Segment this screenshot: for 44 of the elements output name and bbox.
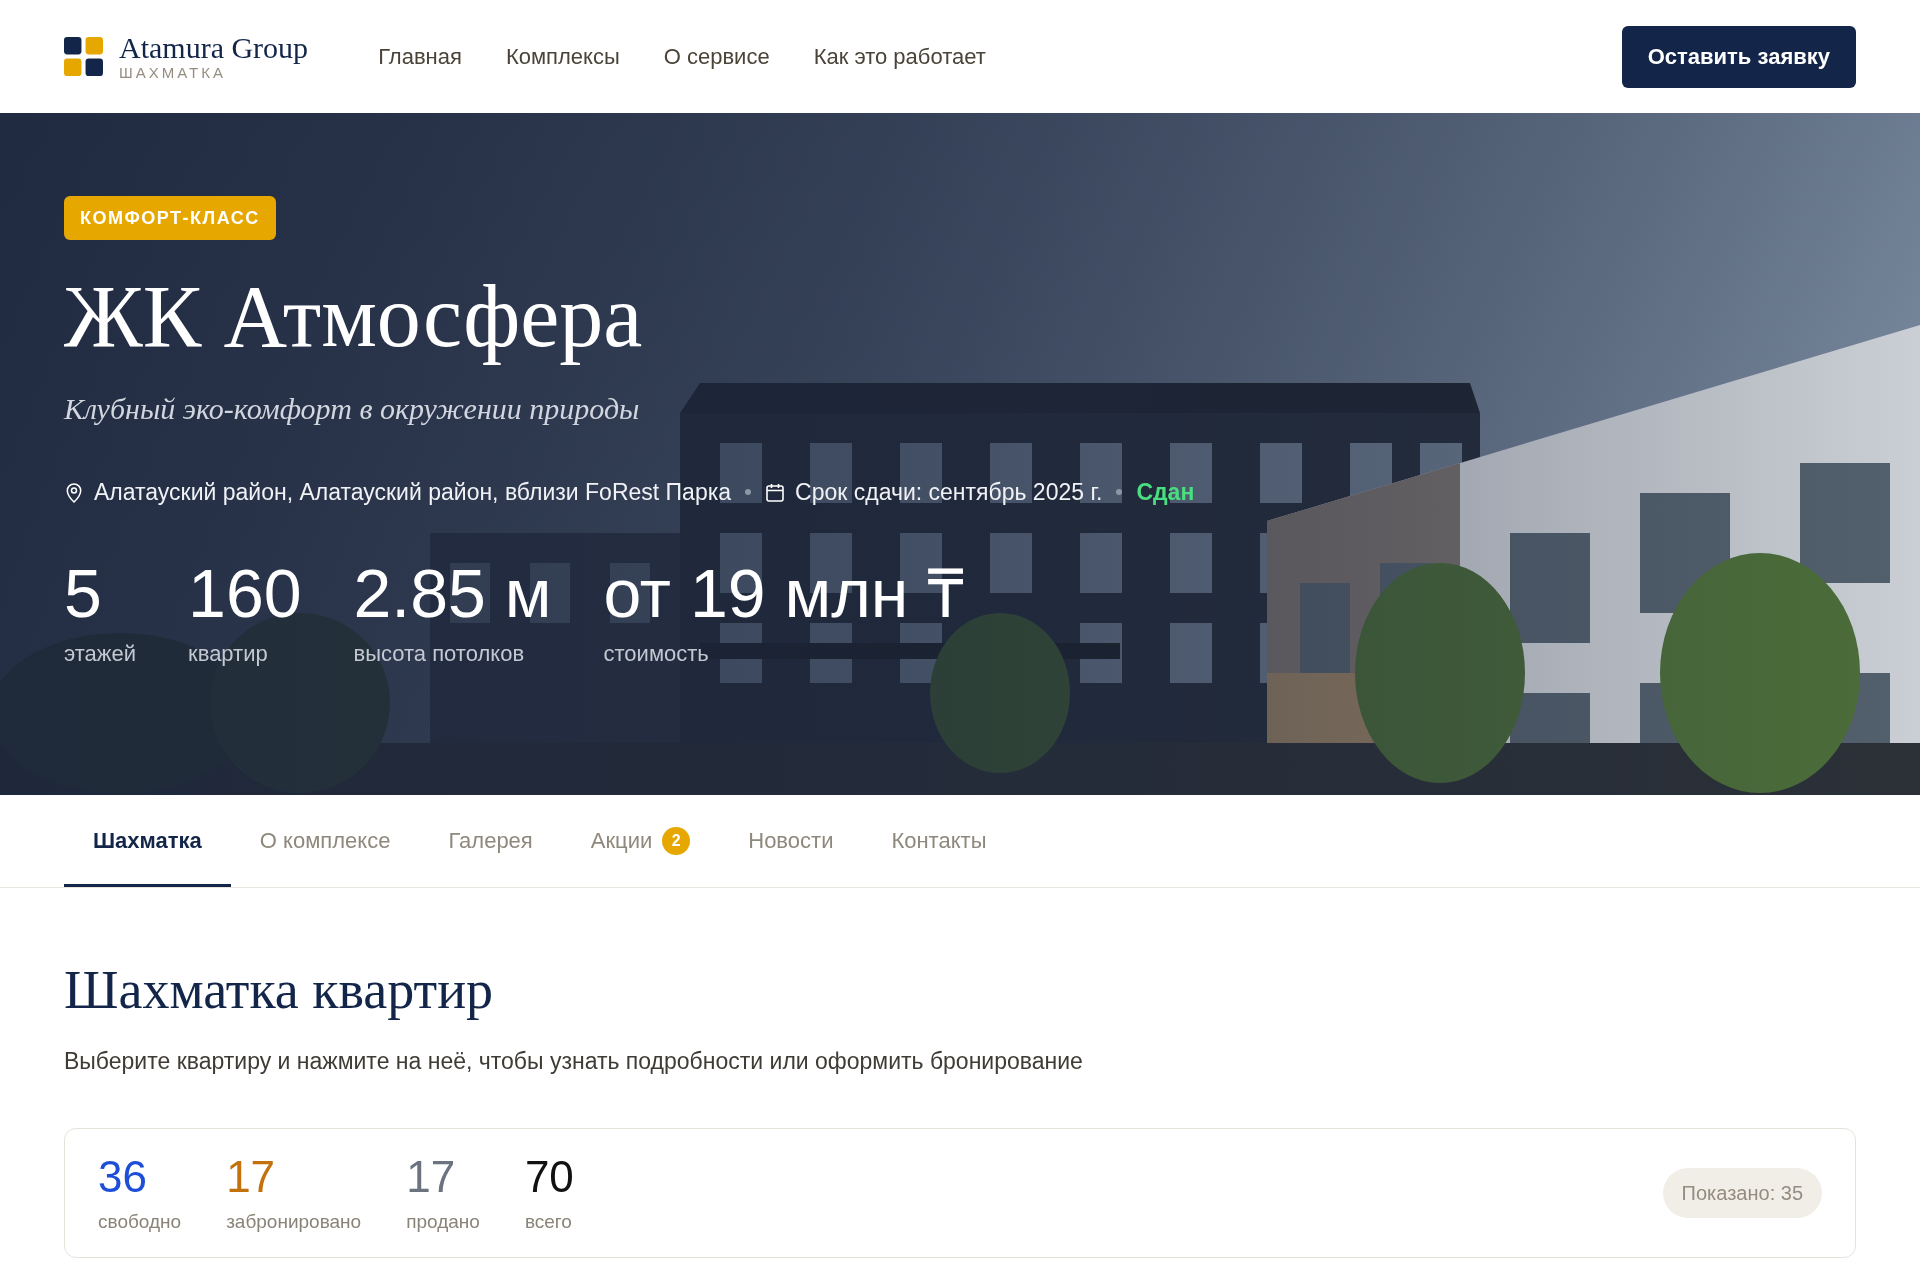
stat-label: высота потолков (353, 640, 526, 668)
section-description: Выберите квартиру и нажмите на неё, чтобы узнать подробности или оформить бронирование (64, 1047, 1084, 1076)
stat-value: от 19 млн ₸ (603, 559, 965, 627)
count-value: 17 (406, 1152, 457, 1201)
nav-link[interactable]: Как это работает (813, 43, 986, 70)
count-label: всего (524, 1209, 573, 1234)
count-label: продано (406, 1209, 480, 1234)
complex-subtitle: Клубный эко-комфорт в окружении природы (64, 391, 640, 427)
class-badge: КОМФОРТ-КЛАСС (64, 196, 276, 240)
count-badge: 2 (662, 827, 691, 855)
count-value: 17 (226, 1152, 277, 1201)
stat-label: квартир (188, 640, 269, 668)
nav-link[interactable]: Комплексы (505, 43, 620, 70)
tab[interactable]: Шахматка (64, 795, 231, 887)
tab[interactable]: Акции 2 (561, 795, 720, 887)
count-label: забронировано (226, 1209, 362, 1234)
nav-link[interactable]: Главная (378, 43, 462, 70)
logo-subtitle: ШАХМАТКА (119, 63, 227, 82)
count-value: 36 (98, 1152, 148, 1201)
tab[interactable]: Контакты (862, 795, 1016, 887)
stat-value: 160 (188, 559, 302, 627)
count-value: 70 (524, 1152, 574, 1201)
stat-label: этажей (64, 640, 137, 668)
complex-title: ЖК Атмосфера (64, 268, 643, 365)
separator-dot-icon (1116, 489, 1123, 495)
calendar-icon (765, 481, 786, 503)
stat-label: стоимость (603, 640, 710, 668)
stat-value: 2.85 м (353, 559, 552, 627)
shown-count-badge: Показано: 35 (1662, 1168, 1822, 1218)
count-label: свободно (98, 1209, 182, 1234)
request-button[interactable]: Оставить заявку (1621, 25, 1856, 88)
logo-icon (64, 37, 103, 76)
stat-value: 5 (64, 559, 103, 627)
address-text: Алатауский район, Алатауский район, вблизи FoRest Парка (94, 478, 732, 507)
deadline-text: Срок сдачи: сентябрь 2025 г. (795, 478, 1103, 507)
tab[interactable]: О комплексе (230, 795, 420, 887)
status-text: Сдан (1136, 478, 1195, 507)
logo-name: Atamura Group (119, 31, 309, 64)
section-title: Шахматка квартир (64, 959, 495, 1022)
tab[interactable]: Галерея (419, 795, 562, 887)
separator-dot-icon (745, 489, 752, 495)
tab[interactable]: Новости (719, 795, 863, 887)
location-pin-icon (64, 481, 84, 503)
nav-link[interactable]: О сервисе (663, 43, 770, 70)
